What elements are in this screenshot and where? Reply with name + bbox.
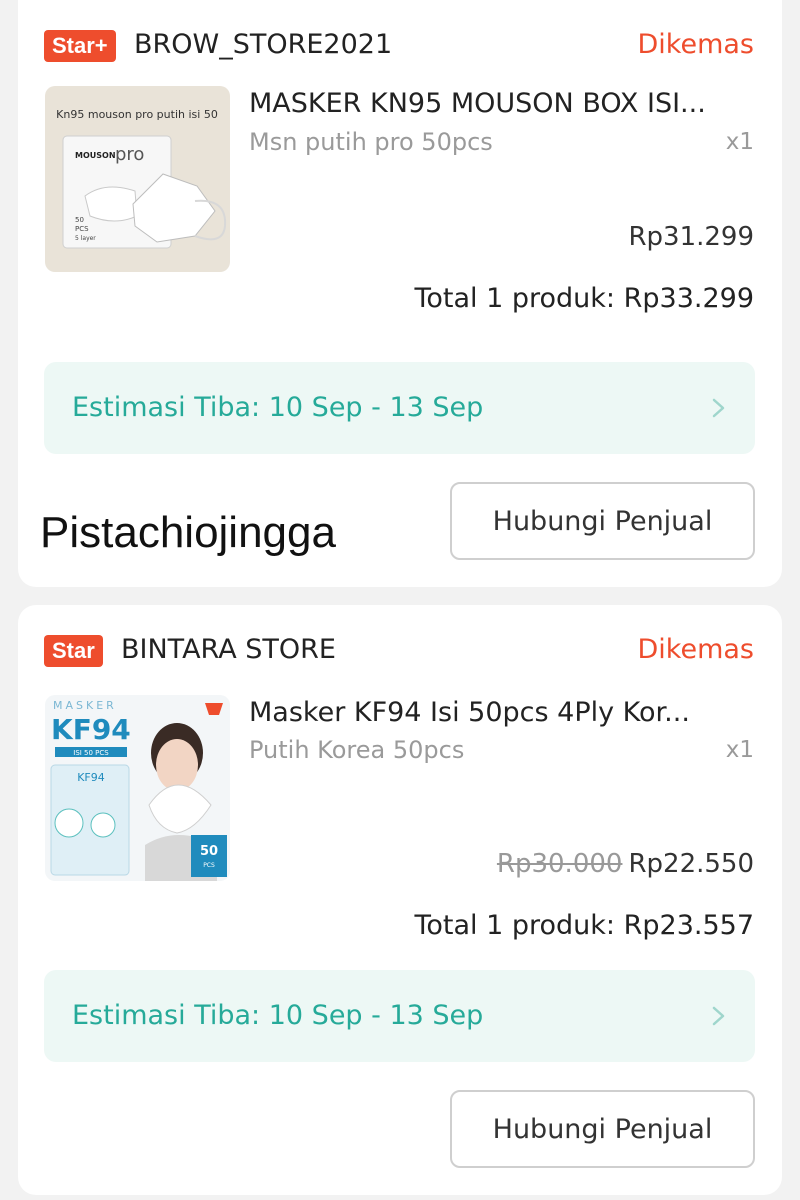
product-title[interactable]: MASKER KN95 MOUSON BOX ISI... [249, 86, 757, 122]
svg-text:KF94: KF94 [51, 713, 131, 746]
contact-seller-button[interactable]: Hubungi Penjual [450, 1090, 755, 1168]
estimated-arrival-text: Estimasi Tiba: 10 Sep - 13 Sep [72, 392, 484, 423]
chevron-right-icon [712, 398, 725, 418]
product-price: Rp31.299 [622, 220, 754, 254]
estimated-arrival-text: Estimasi Tiba: 10 Sep - 13 Sep [72, 1000, 484, 1031]
original-price: Rp30.000 [496, 849, 623, 879]
total-label: Total 1 produk: [414, 283, 616, 314]
product-title[interactable]: Masker KF94 Isi 50pcs 4Ply Kor... [249, 695, 757, 731]
product-thumbnail[interactable]: MASKER KF94 ISI 50 PCS KF94 50 PCS [45, 695, 230, 881]
svg-text:pro: pro [115, 144, 144, 165]
mask-package-image: MASKER KF94 ISI 50 PCS KF94 50 PCS [45, 695, 230, 881]
svg-text:MOUSON: MOUSON [75, 151, 116, 160]
store-name[interactable]: BINTARA STORE [121, 633, 336, 667]
product-thumbnail[interactable]: Kn95 mouson pro putih isi 50 MOUSON pro … [45, 86, 230, 272]
svg-text:PCS: PCS [75, 225, 89, 233]
total-amount: Rp23.557 [623, 910, 754, 941]
thumb-header-text: Kn95 mouson pro putih isi 50 [56, 108, 218, 121]
mask-package-image: Kn95 mouson pro putih isi 50 MOUSON pro … [45, 86, 230, 272]
order-total: Total 1 produk: Rp23.557 [414, 909, 754, 943]
svg-text:PCS: PCS [203, 862, 215, 869]
watermark-text: Pistachiojingga [40, 508, 336, 557]
product-variant: Putih Korea 50pcs [249, 736, 465, 764]
svg-text:5 layer: 5 layer [75, 235, 96, 242]
star-badge: Star [44, 635, 103, 667]
total-label: Total 1 produk: [414, 910, 616, 941]
svg-text:50: 50 [75, 216, 84, 224]
sale-price: Rp22.550 [628, 849, 754, 879]
svg-text:KF94: KF94 [77, 771, 105, 784]
svg-text:MASKER: MASKER [53, 699, 117, 712]
estimated-arrival-row[interactable]: Estimasi Tiba: 10 Sep - 13 Sep [44, 362, 755, 454]
chevron-right-icon [712, 1006, 725, 1026]
order-status: Dikemas [637, 634, 755, 665]
order-status: Dikemas [637, 29, 755, 60]
svg-text:50: 50 [200, 844, 218, 859]
contact-seller-button[interactable]: Hubungi Penjual [450, 482, 755, 560]
order-total: Total 1 produk: Rp33.299 [414, 282, 754, 316]
sale-price: Rp31.299 [628, 222, 754, 252]
order-card: Star+ BROW_STORE2021 Dikemas Kn95 mouson… [18, 0, 782, 587]
store-name[interactable]: BROW_STORE2021 [134, 28, 392, 62]
product-variant: Msn putih pro 50pcs [249, 128, 493, 156]
order-card: Star BINTARA STORE Dikemas MASKER KF94 I… [18, 605, 782, 1195]
total-amount: Rp33.299 [623, 283, 754, 314]
product-quantity: x1 [725, 737, 754, 763]
star-plus-badge: Star+ [44, 30, 116, 62]
product-quantity: x1 [725, 129, 754, 155]
estimated-arrival-row[interactable]: Estimasi Tiba: 10 Sep - 13 Sep [44, 970, 755, 1062]
svg-text:ISI 50 PCS: ISI 50 PCS [73, 749, 109, 757]
product-price: Rp30.000 Rp22.550 [497, 847, 754, 881]
